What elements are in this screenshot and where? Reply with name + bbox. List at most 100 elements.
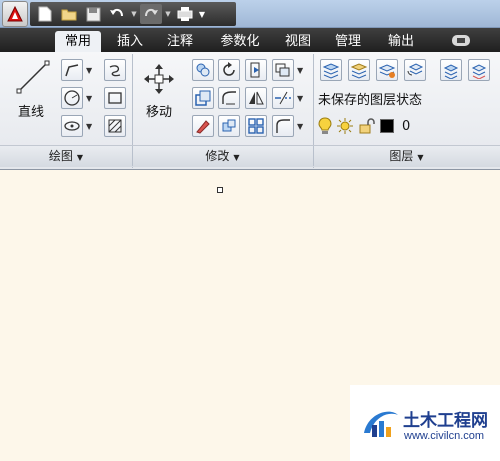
layers-panel-title-label: 图层 [389,149,414,163]
spline-button[interactable] [104,59,126,81]
layer-previous-button[interactable] [404,59,426,81]
chevron-down-icon[interactable]: ▼ [297,66,303,75]
extend-button[interactable] [272,59,294,81]
chevron-down-icon: ▼ [131,10,137,18]
layer-states-button[interactable] [348,59,370,81]
circle-icon [64,90,80,106]
draw-panel-title-label: 绘图 [48,149,73,163]
copy-button[interactable] [192,59,214,81]
layer-match-button[interactable] [376,59,398,81]
save-button[interactable] [82,4,104,24]
chevron-down-icon[interactable]: ▼ [86,122,92,131]
polyline-icon [65,64,79,77]
undo-icon [110,8,123,17]
erase-button[interactable] [192,115,214,137]
redo-button[interactable] [140,4,162,24]
new-file-button[interactable] [34,4,56,24]
trim-button[interactable] [245,59,267,81]
line-tool-button[interactable] [14,58,52,96]
layers-panel-title[interactable]: 图层 ▼ [313,146,500,166]
customize-dropdown-icon: ▼ [198,9,206,19]
redo-icon [145,8,158,17]
unlock-icon[interactable] [358,117,376,135]
ellipse-button[interactable] [61,115,83,137]
rectangle-icon [108,92,122,104]
tab-output[interactable]: 输出 [381,31,421,52]
layer-unisolate-icon [471,64,487,79]
chevron-down-icon[interactable]: ▼ [297,122,303,131]
layer-properties-icon [322,63,340,79]
minimize-ribbon-button[interactable] [452,35,470,46]
rotate-icon [223,62,235,76]
spline-icon [109,65,121,77]
offset-button[interactable] [272,87,294,109]
explode-button[interactable] [218,115,240,137]
erase-icon [196,120,210,134]
save-icon [86,7,100,21]
undo-button[interactable] [106,4,128,24]
stretch-icon [195,90,211,106]
copy-icon [196,63,210,77]
chevron-down-icon: ▼ [165,10,171,18]
trim-icon [250,62,260,78]
undo-dropdown[interactable]: ▼ [130,4,138,24]
extend-icon [275,63,290,77]
layer-color-swatch [380,119,394,133]
fillet-button[interactable] [218,87,240,109]
explode-icon [222,119,236,132]
chevron-down-icon: ▼ [417,153,424,162]
customize-dropdown[interactable]: ▼ [198,4,206,24]
sun-icon[interactable] [336,117,354,135]
stretch-button[interactable] [192,87,214,109]
chamfer-button[interactable] [272,115,294,137]
rectangle-button[interactable] [104,87,126,109]
chevron-down-icon: ▼ [233,153,240,162]
watermark-logo-icon [364,411,398,437]
mirror-button[interactable] [245,87,267,109]
watermark-url: www.civilcn.com [404,430,485,442]
tab-manage[interactable]: 管理 [328,31,368,52]
chevron-down-icon[interactable]: ▼ [86,94,92,103]
plot-button[interactable] [174,4,196,24]
layer-state-dropdown[interactable]: 未保存的图层状态 [318,91,500,111]
app-menu-icon [7,5,23,22]
lightbulb-icon[interactable] [318,117,332,135]
array-icon [248,118,264,134]
tab-annotate[interactable]: 注释 [160,31,200,52]
app-menu-button[interactable] [2,1,28,27]
plot-icon [177,7,193,21]
open-file-icon [61,9,77,21]
rotate-button[interactable] [218,59,240,81]
current-layer-name: 0 [402,118,411,134]
move-tool-button[interactable] [140,60,178,98]
circle-button[interactable] [61,87,83,109]
chevron-down-icon[interactable]: ▼ [86,66,92,75]
new-file-icon [38,6,52,22]
hatch-button[interactable] [104,115,126,137]
chevron-down-icon: ▼ [76,153,84,162]
fillet-icon [222,91,236,105]
open-file-button[interactable] [58,4,80,24]
chevron-down-icon[interactable]: ▼ [297,94,303,103]
hatch-icon [108,119,122,133]
array-button[interactable] [245,115,267,137]
modify-panel-title-label: 修改 [205,149,230,163]
polyline-button[interactable] [61,59,83,81]
redo-dropdown[interactable]: ▼ [164,4,172,24]
tab-parametric[interactable]: 参数化 [212,31,268,52]
modify-panel-title[interactable]: 修改 ▼ [132,146,313,166]
draw-panel-title[interactable]: 绘图 ▼ [0,146,132,166]
layer-unisolate-button[interactable] [468,59,490,81]
tab-insert[interactable]: 插入 [110,31,150,52]
layer-isolate-icon [443,64,459,79]
offset-icon [275,91,291,105]
tab-home[interactable]: 常用 [55,31,101,52]
quick-access-toolbar: ▼ ▼ ▼ [0,0,500,28]
ellipse-icon [64,121,80,131]
layer-isolate-button[interactable] [440,59,462,81]
tab-view[interactable]: 视图 [278,31,318,52]
layer-states-icon [350,63,368,79]
current-layer-dropdown[interactable]: 0 [318,116,410,136]
layer-properties-button[interactable] [320,59,342,81]
layer-match-icon [378,64,396,78]
